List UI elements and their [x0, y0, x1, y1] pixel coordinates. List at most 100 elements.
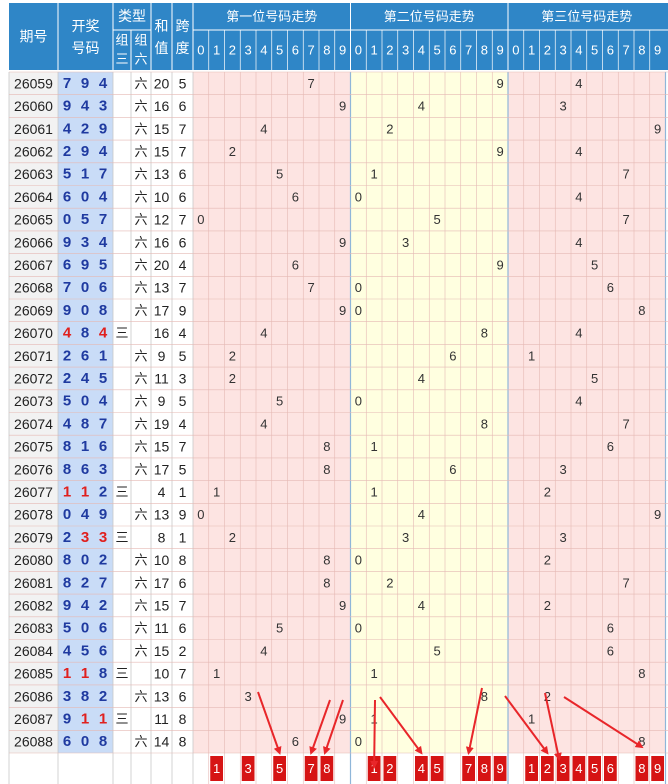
span-cell: 6 — [179, 166, 187, 182]
draw-digit: 2 — [63, 347, 71, 364]
draw-digit: 6 — [63, 188, 71, 205]
span-cell: 1 — [179, 529, 187, 545]
trend-mark-pos2: 0 — [355, 303, 362, 318]
trend-mark-pos1: 9 — [339, 235, 346, 250]
period-cell: 26061 — [14, 121, 53, 137]
zu6-marker: 六 — [134, 462, 147, 477]
draw-digit: 1 — [81, 665, 89, 682]
trend-mark-pos1: 2 — [229, 348, 236, 363]
position-2-digit-header: 9 — [497, 43, 504, 58]
sum-cell: 16 — [154, 325, 170, 341]
prediction-digit: 6 — [607, 761, 614, 776]
position-1-digit-header: 7 — [308, 43, 315, 58]
draw-digit: 6 — [63, 256, 71, 273]
sum-cell: 15 — [154, 643, 170, 659]
draw-digit: 6 — [99, 279, 107, 296]
zu6-header-line2: 六 — [134, 52, 147, 67]
prediction-digit: 3 — [560, 761, 567, 776]
sum-cell: 11 — [154, 711, 169, 727]
draw-digit: 4 — [99, 143, 108, 160]
span-header-line2: 度 — [176, 40, 190, 56]
draw-digit: 9 — [81, 143, 89, 160]
draw-digit: 3 — [99, 461, 107, 478]
trend-mark-pos1: 8 — [323, 462, 330, 477]
trend-mark-pos3: 6 — [607, 439, 614, 454]
prediction-digit: 5 — [434, 761, 441, 776]
trend-mark-pos2: 4 — [418, 99, 425, 114]
sum-cell: 11 — [154, 620, 169, 636]
period-cell: 26073 — [14, 393, 53, 409]
span-cell: 4 — [179, 325, 187, 341]
trend-mark-pos3: 9 — [654, 507, 661, 522]
trend-mark-pos2: 6 — [449, 462, 456, 477]
period-cell: 26075 — [14, 439, 53, 455]
period-cell: 26064 — [14, 189, 53, 205]
draw-digit: 9 — [63, 234, 71, 251]
draw-digit: 4 — [99, 393, 108, 410]
trend-mark-pos2: 0 — [355, 734, 362, 749]
zu6-marker: 六 — [134, 257, 147, 272]
draw-digit: 0 — [63, 506, 71, 523]
trend-mark-pos1: 3 — [245, 689, 252, 704]
trend-mark-pos2: 0 — [355, 189, 362, 204]
zu3-marker: 三 — [115, 711, 128, 726]
prediction-digit: 8 — [638, 761, 645, 776]
draw-digit: 1 — [81, 166, 89, 183]
period-cell: 26066 — [14, 234, 53, 250]
prediction-digit: 5 — [276, 761, 283, 776]
prediction-digit: 5 — [591, 761, 598, 776]
trend-mark-pos2: 8 — [481, 326, 488, 341]
span-cell: 7 — [179, 212, 187, 228]
period-cell: 26065 — [14, 212, 53, 228]
draw-digit: 2 — [63, 529, 71, 546]
trend-mark-pos2: 1 — [371, 439, 378, 454]
zu6-marker: 六 — [134, 621, 147, 636]
period-cell: 26076 — [14, 461, 53, 477]
position-3-digit-header: 3 — [560, 43, 567, 58]
period-cell: 26084 — [14, 643, 53, 659]
trend-mark-pos1: 4 — [260, 326, 267, 341]
trend-mark-pos2: 9 — [497, 257, 504, 272]
sum-cell: 17 — [154, 575, 170, 591]
zu6-marker: 六 — [134, 689, 147, 704]
draw-digit: 3 — [81, 234, 89, 251]
sum-cell: 13 — [154, 507, 170, 523]
span-cell: 3 — [179, 370, 187, 386]
draw-digit: 0 — [81, 552, 89, 569]
trend-mark-pos2: 0 — [355, 394, 362, 409]
draw-digit: 1 — [99, 347, 107, 364]
sum-cell: 13 — [154, 166, 170, 182]
span-cell: 9 — [179, 302, 187, 318]
draw-digit: 2 — [81, 574, 89, 591]
trend-mark-pos3: 7 — [623, 167, 630, 182]
span-cell: 4 — [179, 416, 187, 432]
zu3-marker: 三 — [115, 666, 128, 681]
trend-mark-pos3: 6 — [607, 621, 614, 636]
position-1-digit-header: 3 — [245, 43, 252, 58]
position-1-digit-header: 6 — [292, 43, 299, 58]
sum-cell: 16 — [154, 98, 170, 114]
trend-mark-pos2: 6 — [449, 348, 456, 363]
draw-digit: 9 — [63, 597, 71, 614]
position-3-title: 第三位号码走势 — [541, 9, 632, 24]
draw-digit: 2 — [63, 370, 71, 387]
annotation-arrow — [370, 699, 379, 769]
draw-digit: 4 — [99, 188, 108, 205]
draw-digit: 2 — [99, 688, 107, 705]
span-cell: 5 — [179, 75, 187, 91]
draw-digit: 8 — [99, 733, 107, 750]
position-2-digit-header: 3 — [402, 43, 409, 58]
span-cell: 6 — [179, 234, 187, 250]
trend-mark-pos2: 3 — [402, 530, 409, 545]
sum-cell: 4 — [158, 484, 166, 500]
trend-mark-pos3: 1 — [528, 348, 535, 363]
zu6-marker: 六 — [134, 235, 147, 250]
position-1-digit-header: 8 — [323, 43, 330, 58]
sum-cell: 20 — [154, 75, 170, 91]
trend-mark-pos2: 2 — [386, 121, 393, 136]
sum-cell: 9 — [158, 348, 166, 364]
zu6-marker: 六 — [134, 394, 147, 409]
trend-mark-pos1: 7 — [308, 280, 315, 295]
position-2-digit-header: 7 — [465, 43, 472, 58]
zu6-marker: 六 — [134, 212, 147, 227]
